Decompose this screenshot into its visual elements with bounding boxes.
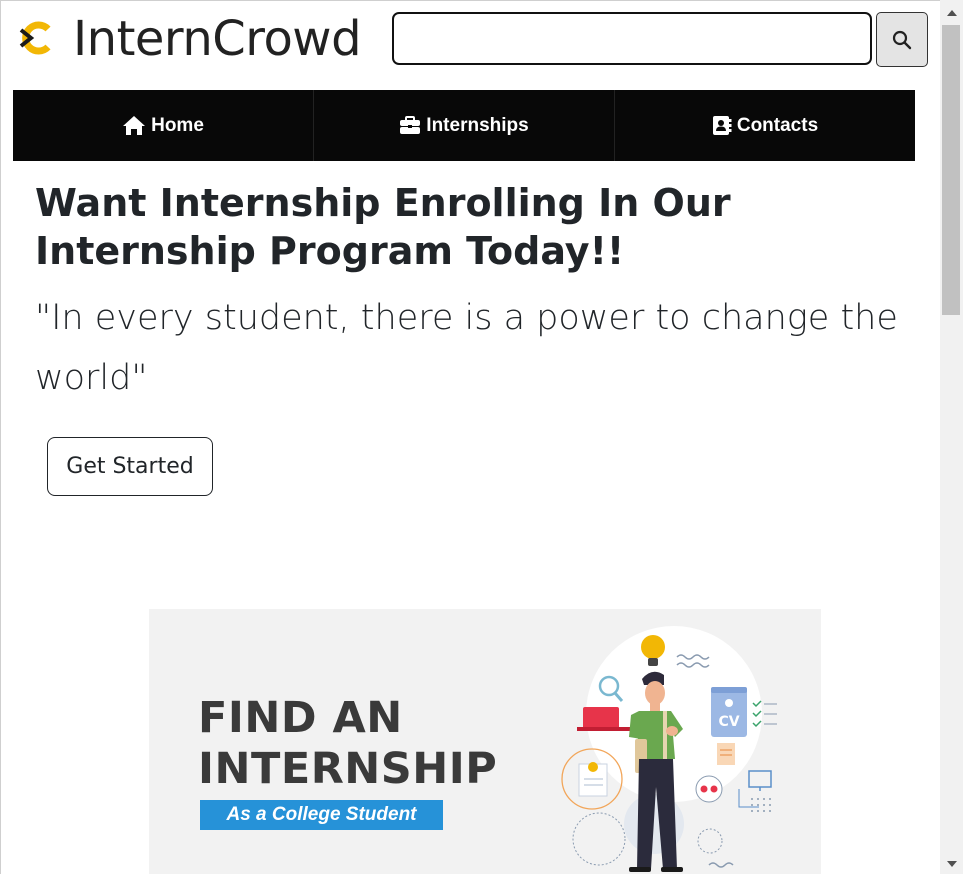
brand-name[interactable]: InternCrowd: [73, 10, 362, 68]
student-illustration: CV: [561, 626, 777, 872]
nav-item-contacts[interactable]: Contacts: [615, 90, 915, 161]
nav-item-label: Home: [151, 114, 204, 136]
briefcase-icon: [400, 116, 421, 134]
cv-label: CV: [718, 714, 739, 730]
get-started-button[interactable]: Get Started: [47, 437, 213, 496]
main-navbar: Home Internships Contacts: [13, 90, 915, 161]
banner-heading-line1: FIND AN: [198, 693, 403, 743]
scroll-down-arrow-icon[interactable]: [940, 856, 963, 872]
interncrowd-logo-icon[interactable]: [17, 20, 53, 56]
nav-item-label: Internships: [426, 114, 529, 136]
banner-tagline: As a College Student: [200, 800, 443, 830]
window-frame-left: [0, 0, 1, 874]
window-frame-top: [0, 0, 963, 1]
hero-quote: "In every student, there is a power to c…: [35, 298, 898, 398]
search-input[interactable]: [392, 12, 872, 65]
nav-item-label: Contacts: [736, 114, 819, 136]
scrollbar-thumb[interactable]: [942, 25, 960, 315]
banner-heading-line2: INTERNSHIP: [198, 744, 498, 794]
hero-title: Want Internship Enrolling In Our Interns…: [35, 181, 731, 273]
search-button[interactable]: [876, 12, 928, 67]
contact-book-icon: [712, 116, 732, 135]
scroll-up-arrow-icon[interactable]: [940, 4, 963, 22]
nav-item-internships[interactable]: Internships: [314, 90, 615, 161]
find-internship-banner: FIND AN INTERNSHIP As a College Student: [149, 609, 821, 874]
nav-item-home[interactable]: Home: [13, 90, 314, 161]
home-icon: [123, 116, 146, 135]
vertical-scrollbar[interactable]: [940, 0, 963, 874]
search-icon: [892, 30, 912, 49]
